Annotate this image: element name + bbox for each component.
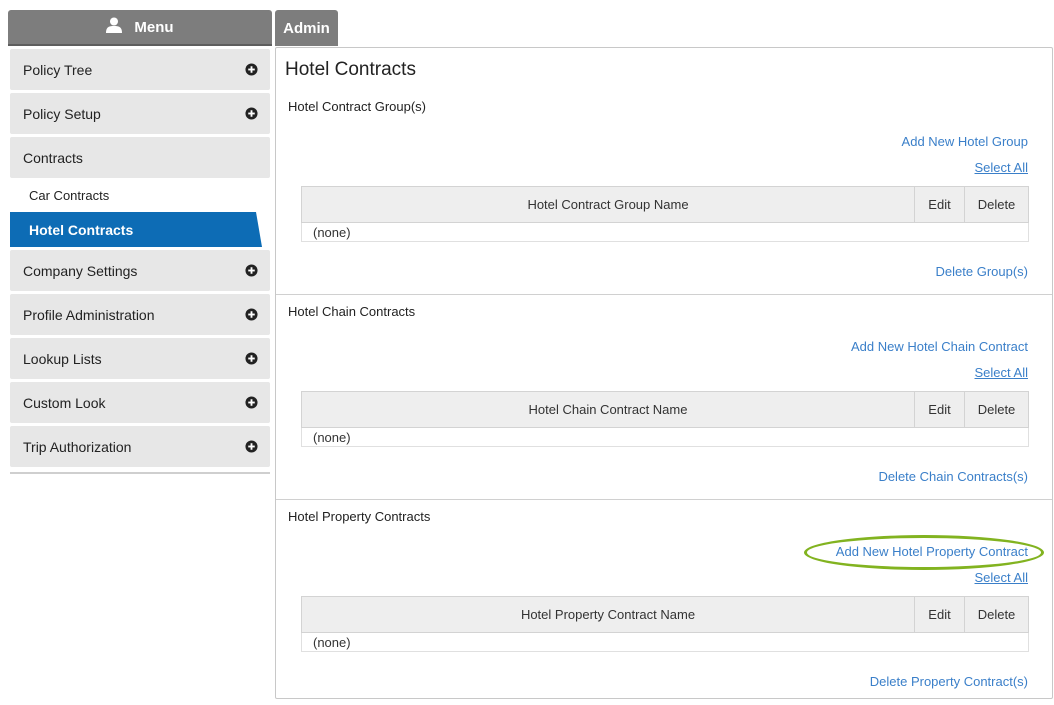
sidebar-subitem-label: Hotel Contracts <box>29 221 134 238</box>
sidebar-item-policy-setup[interactable]: Policy Setup <box>10 93 270 134</box>
select-all-link[interactable]: Select All <box>975 365 1028 380</box>
section-divider <box>276 499 1052 500</box>
menu-header-label: Menu <box>134 18 174 36</box>
sidebar-item-label: Custom Look <box>23 394 106 411</box>
sidebar: Menu Policy Tree Policy Setup Contracts … <box>8 10 272 475</box>
sidebar-item-profile-administration[interactable]: Profile Administration <box>10 294 270 335</box>
table-row-empty: (none) <box>301 633 1029 652</box>
column-header-edit: Edit <box>914 187 964 222</box>
sidebar-divider <box>10 472 270 475</box>
table-header: Hotel Property Contract Name Edit Delete <box>301 596 1029 633</box>
tab-admin[interactable]: Admin <box>275 10 338 46</box>
column-header-delete: Delete <box>964 392 1028 427</box>
menu-header[interactable]: Menu <box>8 10 272 46</box>
table-row-empty: (none) <box>301 428 1029 447</box>
user-icon <box>106 17 123 33</box>
column-header-delete: Delete <box>964 597 1028 632</box>
plus-circle-icon[interactable] <box>245 352 258 365</box>
plus-circle-icon[interactable] <box>245 107 258 120</box>
section-divider <box>276 294 1052 295</box>
hotel-chain-table: Hotel Chain Contract Name Edit Delete (n… <box>301 391 1029 447</box>
main-panel: Hotel Contracts Hotel Contract Group(s) … <box>275 47 1053 699</box>
plus-circle-icon[interactable] <box>245 63 258 76</box>
sidebar-item-label: Lookup Lists <box>23 350 102 367</box>
sidebar-subitem-hotel-contracts[interactable]: Hotel Contracts <box>10 212 262 247</box>
sidebar-item-lookup-lists[interactable]: Lookup Lists <box>10 338 270 379</box>
plus-circle-icon[interactable] <box>245 396 258 409</box>
add-new-hotel-group-link[interactable]: Add New Hotel Group <box>902 134 1028 149</box>
sidebar-item-company-settings[interactable]: Company Settings <box>10 250 270 291</box>
column-header-edit: Edit <box>914 597 964 632</box>
select-all-link[interactable]: Select All <box>975 570 1028 585</box>
sidebar-item-label: Trip Authorization <box>23 438 132 455</box>
select-all-link[interactable]: Select All <box>975 160 1028 175</box>
table-header: Hotel Contract Group Name Edit Delete <box>301 186 1029 223</box>
plus-circle-icon[interactable] <box>245 264 258 277</box>
column-header-edit: Edit <box>914 392 964 427</box>
sidebar-item-label: Company Settings <box>23 262 138 279</box>
sidebar-item-trip-authorization[interactable]: Trip Authorization <box>10 426 270 467</box>
sidebar-item-label: Profile Administration <box>23 306 155 323</box>
section-title: Hotel Contract Group(s) <box>288 99 426 114</box>
add-new-hotel-property-contract-link[interactable]: Add New Hotel Property Contract <box>836 544 1028 559</box>
sidebar-subitem-car-contracts[interactable]: Car Contracts <box>10 178 270 212</box>
sidebar-item-policy-tree[interactable]: Policy Tree <box>10 49 270 90</box>
delete-chain-contracts-link[interactable]: Delete Chain Contracts(s) <box>878 469 1028 484</box>
column-header-name[interactable]: Hotel Property Contract Name <box>302 597 914 632</box>
table-header: Hotel Chain Contract Name Edit Delete <box>301 391 1029 428</box>
sidebar-item-label: Policy Tree <box>23 61 93 78</box>
sidebar-subitem-label: Car Contracts <box>29 187 110 203</box>
tab-admin-label: Admin <box>283 19 330 37</box>
column-header-name[interactable]: Hotel Contract Group Name <box>302 187 914 222</box>
hotel-property-table: Hotel Property Contract Name Edit Delete… <box>301 596 1029 652</box>
add-new-hotel-chain-contract-link[interactable]: Add New Hotel Chain Contract <box>851 339 1028 354</box>
sidebar-item-label: Contracts <box>23 149 83 166</box>
section-title: Hotel Chain Contracts <box>288 304 416 319</box>
delete-property-contracts-link[interactable]: Delete Property Contract(s) <box>870 674 1028 689</box>
page-title: Hotel Contracts <box>285 59 416 80</box>
section-title: Hotel Property Contracts <box>288 509 431 524</box>
sidebar-item-label: Policy Setup <box>23 105 101 122</box>
table-row-empty: (none) <box>301 223 1029 242</box>
delete-groups-link[interactable]: Delete Group(s) <box>936 264 1028 279</box>
column-header-delete: Delete <box>964 187 1028 222</box>
plus-circle-icon[interactable] <box>245 308 258 321</box>
plus-circle-icon[interactable] <box>245 440 258 453</box>
hotel-group-table: Hotel Contract Group Name Edit Delete (n… <box>301 186 1029 242</box>
column-header-name[interactable]: Hotel Chain Contract Name <box>302 392 914 427</box>
sidebar-item-custom-look[interactable]: Custom Look <box>10 382 270 423</box>
sidebar-item-contracts[interactable]: Contracts <box>10 137 270 178</box>
